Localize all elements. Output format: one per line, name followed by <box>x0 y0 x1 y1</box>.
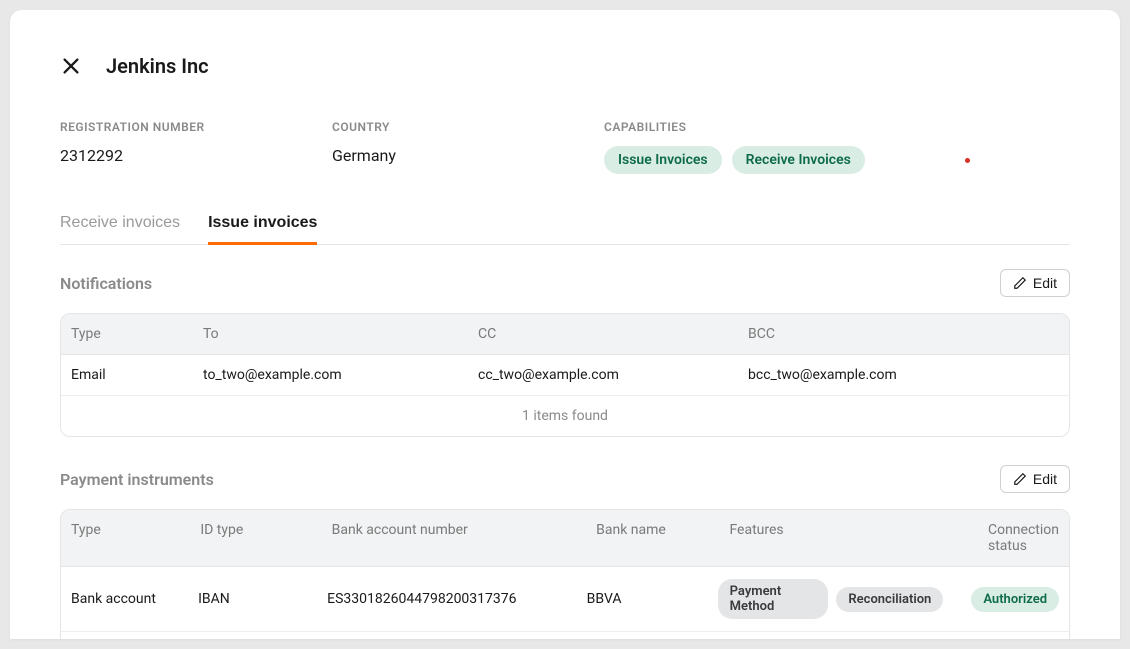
payments-header: Payment instruments Edit <box>60 465 1070 493</box>
pay-col-bank-header: Bank name <box>586 510 719 566</box>
payments-title: Payment instruments <box>60 470 214 489</box>
pay-features-cell: Payment Method <box>708 632 962 639</box>
edit-label: Edit <box>1033 275 1057 291</box>
registration-value: 2312292 <box>60 146 332 165</box>
pay-type-cell: Bank account <box>61 567 188 631</box>
info-registration: REGISTRATION NUMBER 2312292 <box>60 120 332 174</box>
pay-bank-cell: BBVA <box>577 632 708 639</box>
tab-receive-invoices[interactable]: Receive invoices <box>60 214 180 244</box>
status-badge: Authorized <box>971 587 1059 612</box>
notif-type-cell: Email <box>61 355 193 395</box>
country-value: Germany <box>332 146 604 165</box>
table-row: Bank account IBAN ES33018260447982003173… <box>61 567 1069 632</box>
notifications-edit-button[interactable]: Edit <box>1000 269 1070 297</box>
pay-status-cell: Authorized <box>961 632 1069 639</box>
table-row: Email to_two@example.com cc_two@example.… <box>61 355 1069 395</box>
notif-col-type-header: Type <box>61 314 193 354</box>
notif-cc-cell: cc_two@example.com <box>468 355 738 395</box>
payments-edit-button[interactable]: Edit <box>1000 465 1070 493</box>
pay-col-account-header: Bank account number <box>322 510 587 566</box>
pay-features-cell: Payment Method Reconciliation <box>708 567 962 631</box>
notifications-title: Notifications <box>60 274 152 293</box>
close-button[interactable] <box>60 55 82 77</box>
registration-label: REGISTRATION NUMBER <box>60 120 332 134</box>
notif-bcc-cell: bcc_two@example.com <box>738 355 1069 395</box>
feature-chip-payment-method: Payment Method <box>718 579 829 619</box>
notif-col-cc-header: CC <box>468 314 738 354</box>
info-capabilities: CAPABILITIES Issue Invoices Receive Invo… <box>604 120 1070 174</box>
capability-badge-receive: Receive Invoices <box>732 146 865 174</box>
pay-account-cell: ES6601823691617746949838 <box>317 632 577 639</box>
country-label: COUNTRY <box>332 120 604 134</box>
payments-table-body: Bank account IBAN ES33018260447982003173… <box>61 567 1069 639</box>
notifications-header: Notifications Edit <box>60 269 1070 297</box>
info-country: COUNTRY Germany <box>332 120 604 174</box>
pay-idtype-cell: IBAN <box>188 567 317 631</box>
notifications-table-body: Email to_two@example.com cc_two@example.… <box>61 355 1069 395</box>
payments-table: Type ID type Bank account number Bank na… <box>60 509 1070 639</box>
tab-issue-invoices[interactable]: Issue invoices <box>208 214 317 244</box>
notif-col-bcc-header: BCC <box>738 314 1069 354</box>
pay-idtype-cell: IBAN <box>188 632 317 639</box>
indicator-dot <box>965 158 970 163</box>
close-icon <box>60 55 82 77</box>
pay-type-cell: Bank account <box>61 632 188 639</box>
pay-col-idtype-header: ID type <box>190 510 321 566</box>
pencil-icon <box>1013 472 1027 486</box>
notifications-footer: 1 items found <box>61 395 1069 436</box>
modal-header: Jenkins Inc <box>60 54 1070 78</box>
pay-bank-cell: BBVA <box>577 567 708 631</box>
edit-label: Edit <box>1033 471 1057 487</box>
capabilities-badges: Issue Invoices Receive Invoices <box>604 146 1070 174</box>
pay-status-cell: Authorized <box>961 567 1069 631</box>
pay-col-features-header: Features <box>719 510 978 566</box>
notifications-section: Notifications Edit Type To CC BCC Email … <box>60 269 1070 437</box>
notif-col-to-header: To <box>193 314 468 354</box>
notifications-table: Type To CC BCC Email to_two@example.com … <box>60 313 1070 437</box>
feature-chip-reconciliation: Reconciliation <box>836 587 943 612</box>
tabs: Receive invoices Issue invoices <box>60 214 1070 245</box>
capability-badge-issue: Issue Invoices <box>604 146 722 174</box>
payments-section: Payment instruments Edit Type ID type Ba… <box>60 465 1070 639</box>
pay-account-cell: ES3301826044798200317376 <box>317 567 577 631</box>
table-row: Bank account IBAN ES66018236916177469498… <box>61 632 1069 639</box>
payments-table-head: Type ID type Bank account number Bank na… <box>61 510 1069 567</box>
info-row: REGISTRATION NUMBER 2312292 COUNTRY Germ… <box>60 120 1070 174</box>
page-title: Jenkins Inc <box>106 54 209 78</box>
capabilities-label: CAPABILITIES <box>604 120 1070 134</box>
notif-to-cell: to_two@example.com <box>193 355 468 395</box>
modal-panel: Jenkins Inc REGISTRATION NUMBER 2312292 … <box>10 10 1120 639</box>
pay-col-status-header: Connection status <box>978 510 1069 566</box>
pay-col-type-header: Type <box>61 510 190 566</box>
pencil-icon <box>1013 276 1027 290</box>
notifications-table-head: Type To CC BCC <box>61 314 1069 355</box>
